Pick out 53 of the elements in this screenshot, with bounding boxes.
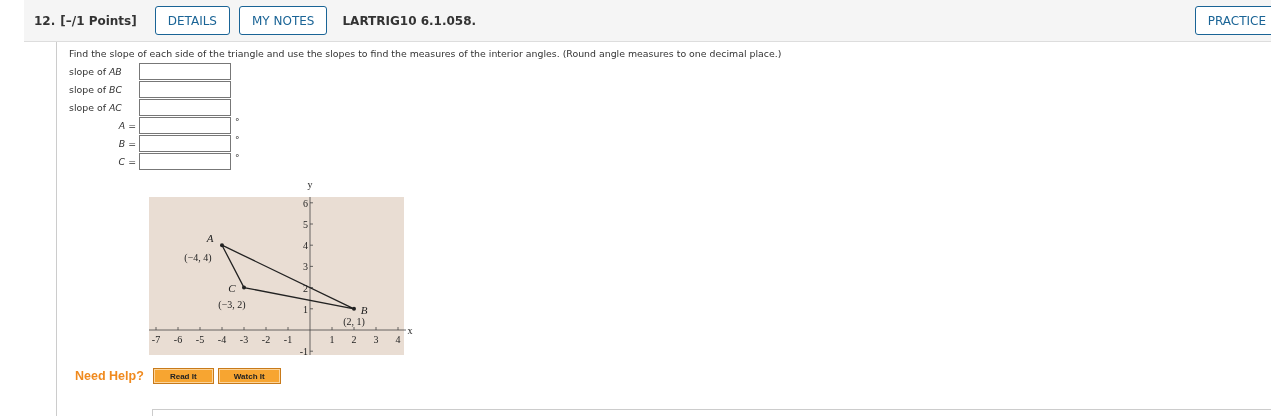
answer-field[interactable] <box>139 62 231 80</box>
x-tick-label: 1 <box>329 334 335 345</box>
answer-field[interactable] <box>139 98 231 116</box>
degree-unit: ° <box>235 117 240 127</box>
answer-label: C = <box>117 155 137 167</box>
problem-code: LARTRIG10 6.1.058. <box>342 13 477 28</box>
x-tick-label: -5 <box>195 334 205 345</box>
x-axis-label: x <box>407 325 413 336</box>
answer-label: A = <box>117 119 137 131</box>
x-tick-label: -6 <box>173 334 183 345</box>
x-tick-label: -7 <box>151 334 161 345</box>
vertex-point <box>352 306 356 311</box>
answer-field[interactable] <box>139 80 231 98</box>
x-tick-label: 3 <box>373 334 379 345</box>
answer-label: slope of AC <box>69 101 123 113</box>
y-axis-label: y <box>307 179 313 190</box>
vertex-point <box>220 243 224 248</box>
help-button[interactable]: Read It <box>152 368 214 384</box>
answer-label: slope of BC <box>69 83 123 95</box>
coordinate-label: (2, 1) <box>343 315 365 327</box>
x-tick-label: -2 <box>261 334 271 345</box>
x-tick-label: -4 <box>217 334 227 345</box>
answer-field[interactable] <box>139 116 231 134</box>
question-text: Find the slope of each side of the triangle and use the slopes to find the measures of the interior angles. (Round angle measures to one decimal place.) <box>69 48 783 59</box>
practice-button[interactable]: PRACTICE <box>1194 6 1271 35</box>
y-tick-label: 3 <box>303 261 308 273</box>
answer-field[interactable] <box>139 134 231 152</box>
x-tick-label: 4 <box>395 334 401 345</box>
degree-unit: ° <box>235 153 240 163</box>
question-number: 12. <box>34 13 56 28</box>
y-tick-label: 6 <box>303 197 308 209</box>
answer-label: B = <box>117 137 137 149</box>
coordinate-label: (−3, 2) <box>218 298 246 310</box>
y-tick-label: 5 <box>303 219 308 230</box>
answer-field[interactable] <box>139 152 231 170</box>
vertex-label: A <box>206 232 214 245</box>
coordinate-label: (−4, 4) <box>184 252 212 264</box>
answer-label: slope of AB <box>69 65 123 77</box>
points-label: [–/1 Points] <box>60 13 137 28</box>
header-button[interactable]: DETAILS <box>154 6 230 35</box>
y-tick-label: 4 <box>303 240 308 252</box>
x-tick-label: 2 <box>351 334 357 345</box>
x-tick-label: -1 <box>283 334 293 345</box>
x-tick-label: -3 <box>239 334 249 345</box>
vertex-point <box>242 285 246 290</box>
header-button[interactable]: MY NOTES <box>239 6 328 35</box>
y-tick-label: 1 <box>303 303 308 315</box>
need-help-label: Need Help? <box>75 369 144 383</box>
degree-unit: ° <box>235 135 240 145</box>
vertex-label: C <box>228 281 236 294</box>
vertex-label: B <box>360 303 368 316</box>
y-tick-label: -1 <box>299 346 308 358</box>
help-button[interactable]: Watch It <box>217 368 281 384</box>
